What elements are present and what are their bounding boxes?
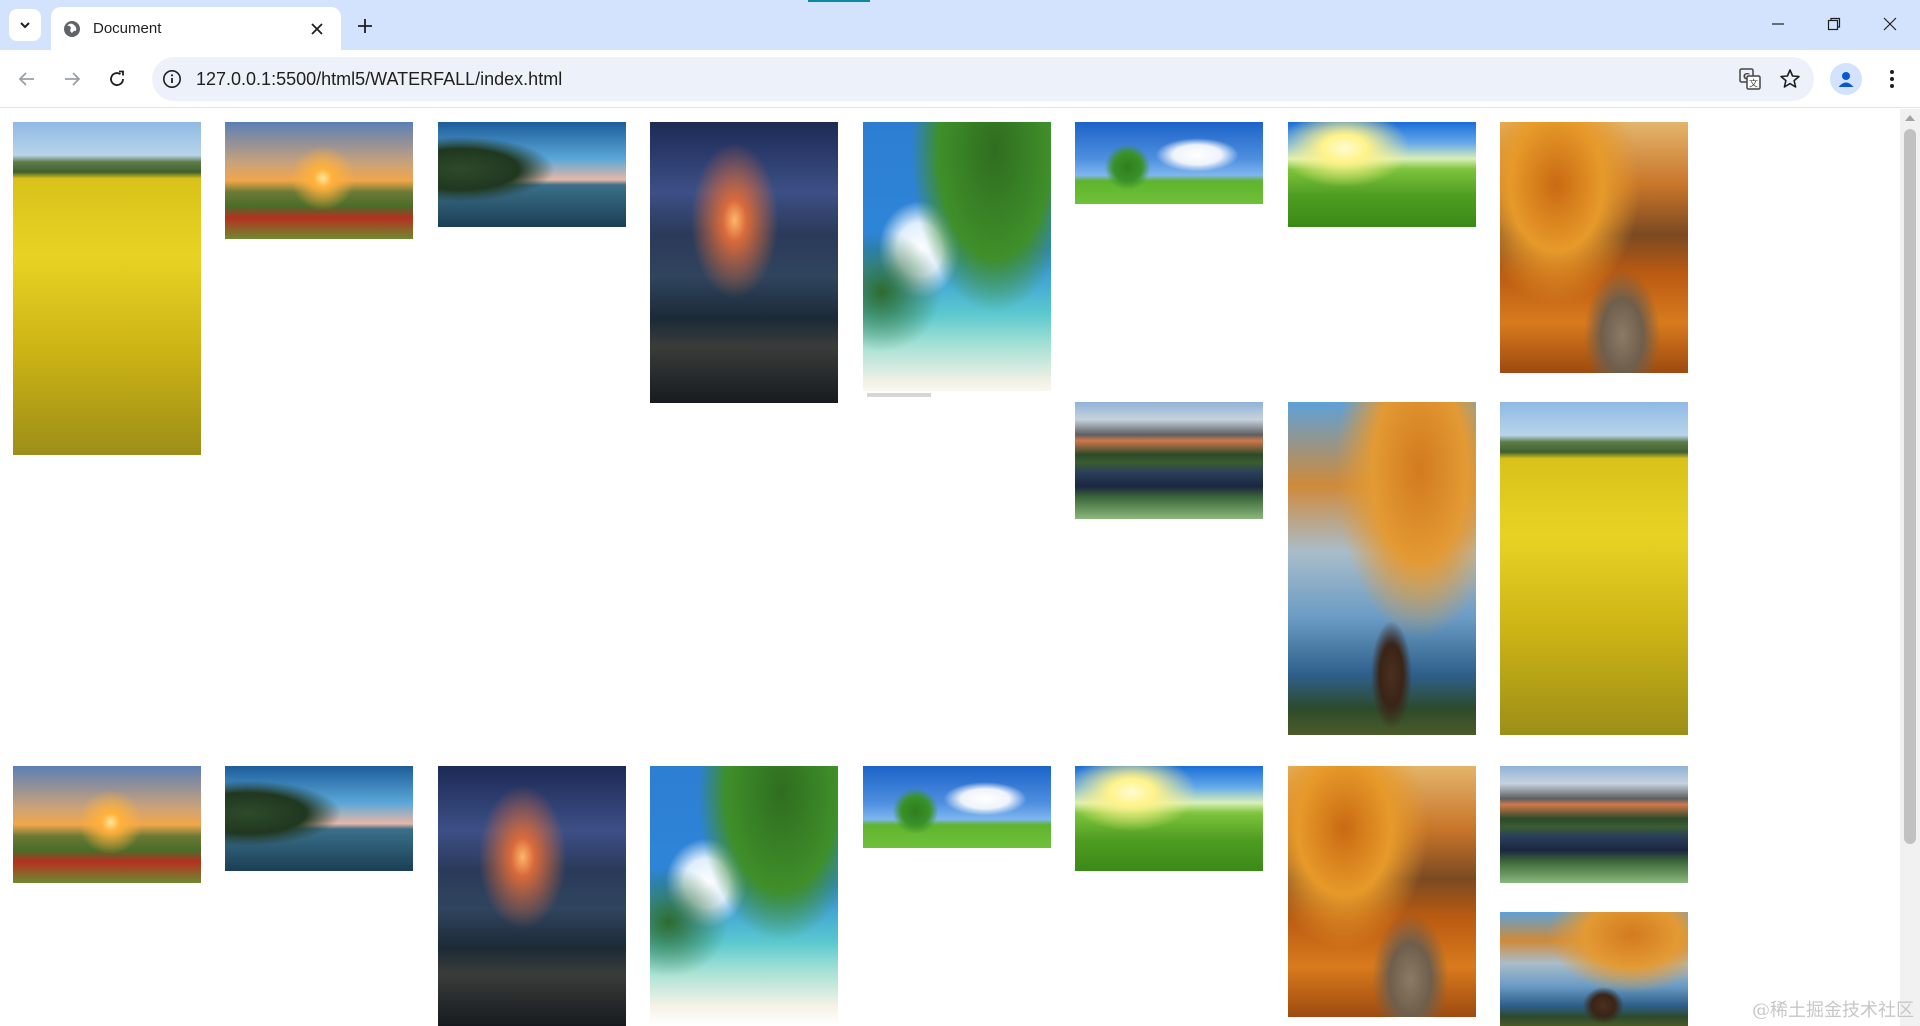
photo-autumn-path[interactable]: [1500, 122, 1688, 373]
reload-icon: [110, 70, 124, 86]
tab-strip: Document: [0, 0, 1920, 50]
chevron-down-icon: [20, 22, 30, 29]
photo-tree-clouds[interactable]: [1075, 122, 1263, 204]
profile-button[interactable]: [1830, 63, 1862, 95]
photo-leaves-beach[interactable]: [650, 766, 838, 1026]
photo-lake-cliff[interactable]: [438, 122, 626, 227]
tab-close-icon[interactable]: [307, 19, 327, 39]
minimize-button[interactable]: [1750, 0, 1806, 48]
photo-leaves-beach[interactable]: [863, 122, 1051, 405]
menu-icon: [1890, 70, 1894, 88]
scroll-up-arrow-icon[interactable]: [1905, 115, 1915, 121]
site-info-icon[interactable]: [162, 69, 182, 89]
photo-watermark-strip: [863, 391, 1051, 405]
browser-menu-button[interactable]: [1876, 63, 1908, 95]
new-tab-button[interactable]: [352, 13, 378, 39]
photo-autumn-bench[interactable]: [1500, 912, 1688, 1026]
close-icon: [1883, 17, 1897, 31]
reload-button[interactable]: [101, 63, 133, 95]
url-text[interactable]: 127.0.0.1:5500/html5/WATERFALL/index.htm…: [196, 69, 1734, 90]
photo-volcano-shore[interactable]: [650, 122, 838, 403]
tab-search-button[interactable]: [9, 9, 41, 41]
forward-button[interactable]: [56, 63, 88, 95]
browser-toolbar: 127.0.0.1:5500/html5/WATERFALL/index.htm…: [0, 50, 1920, 108]
site-watermark: @稀土掘金技术社区: [1752, 1000, 1914, 1021]
waterfall-gallery: [0, 109, 1900, 1026]
scrollbar-thumb[interactable]: [1904, 129, 1916, 844]
restore-button[interactable]: [1806, 0, 1862, 48]
photo-tree-clouds[interactable]: [863, 766, 1051, 848]
bookmark-star-icon[interactable]: [1774, 63, 1806, 95]
forward-icon: [65, 72, 81, 86]
photo-autumn-bench[interactable]: [1288, 402, 1476, 735]
photo-lake-cliff[interactable]: [225, 766, 413, 871]
photo-sunset-poppy-field[interactable]: [225, 122, 413, 239]
address-bar[interactable]: 127.0.0.1:5500/html5/WATERFALL/index.htm…: [152, 57, 1814, 101]
photo-green-meadow[interactable]: [1075, 766, 1263, 871]
photo-mountain-lake[interactable]: [1500, 766, 1688, 883]
photo-rapeseed-field[interactable]: [13, 122, 201, 455]
plus-icon: [358, 19, 372, 33]
tab-strip-indicator: [808, 0, 870, 2]
back-icon: [18, 72, 34, 86]
browser-tab[interactable]: Document: [51, 7, 341, 50]
close-window-button[interactable]: [1862, 0, 1918, 48]
photo-autumn-path[interactable]: [1288, 766, 1476, 1017]
photo-green-meadow[interactable]: [1288, 122, 1476, 227]
globe-icon: [63, 20, 81, 38]
back-button[interactable]: [11, 63, 43, 95]
photo-rapeseed-field[interactable]: [1500, 402, 1688, 735]
page-scrollbar[interactable]: [1900, 109, 1920, 1026]
svg-text:文: 文: [1749, 78, 1758, 90]
tab-title: Document: [93, 20, 162, 37]
photo-sunset-poppy-field[interactable]: [13, 766, 201, 883]
photo-mountain-lake[interactable]: [1075, 402, 1263, 519]
photo-volcano-shore[interactable]: [438, 766, 626, 1026]
translate-icon[interactable]: G文: [1734, 63, 1766, 95]
restore-icon: [1827, 17, 1841, 31]
profile-icon: [1838, 72, 1854, 87]
minimize-icon: [1772, 23, 1784, 25]
